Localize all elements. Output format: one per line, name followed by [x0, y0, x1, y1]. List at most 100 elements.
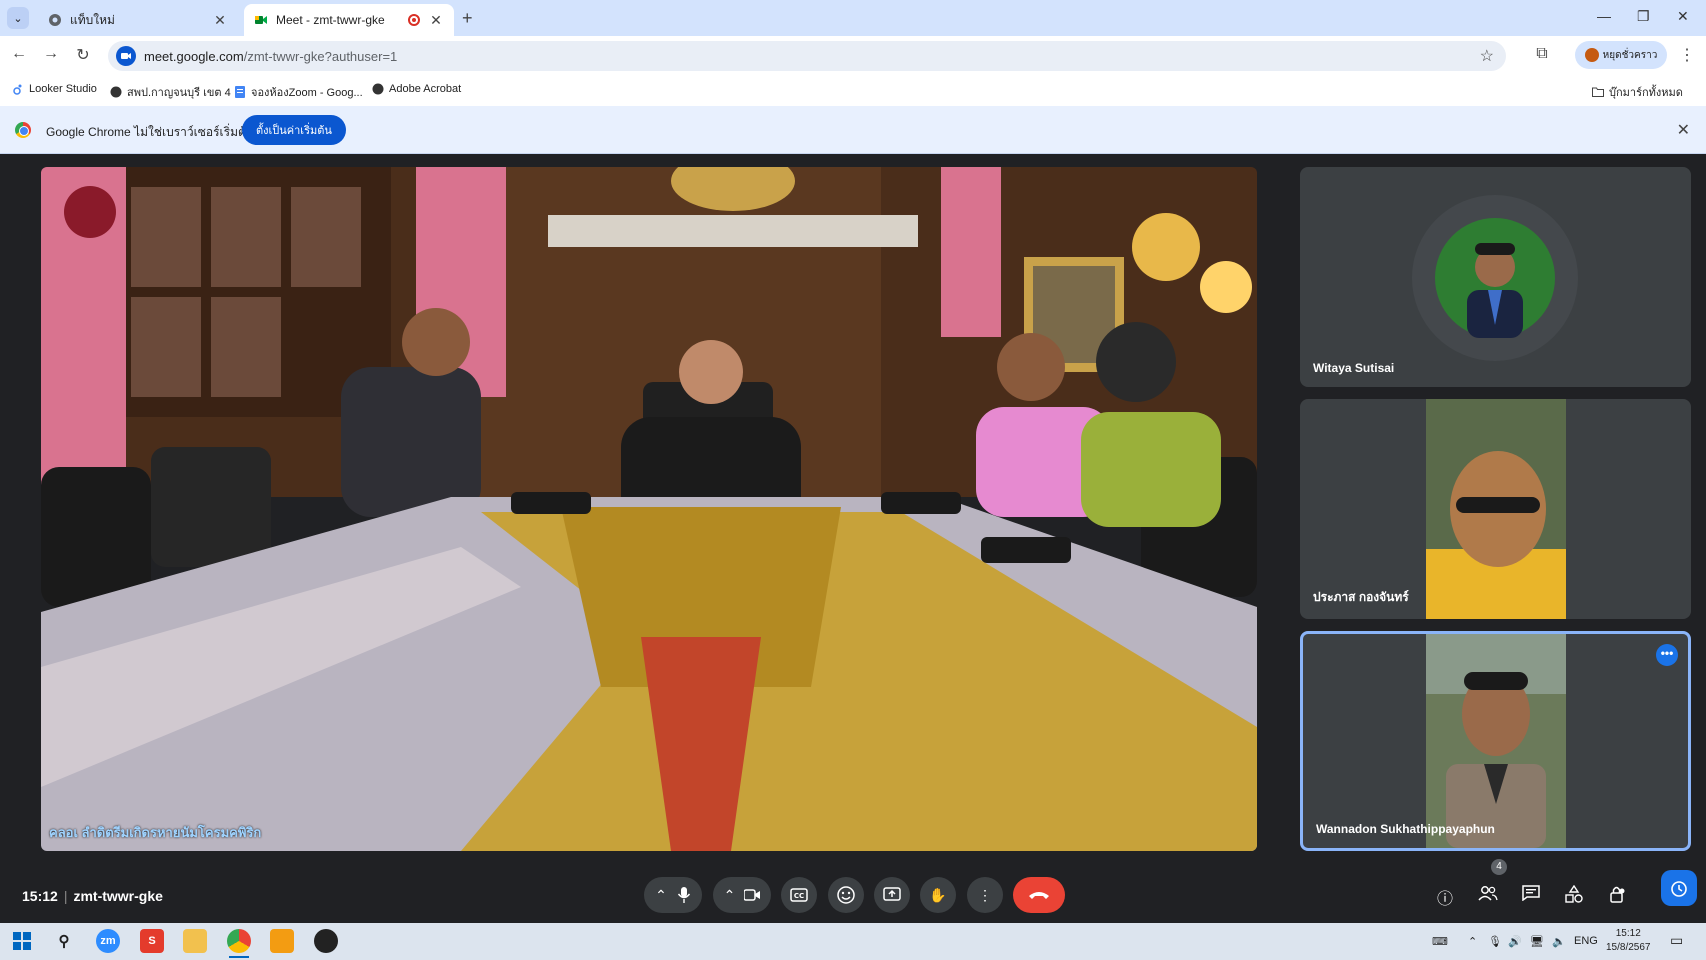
default-browser-infobar: Google Chrome ไม่ใช่เบราว์เซอร์เริ่มต้น …: [0, 106, 1706, 154]
reactions-button[interactable]: [828, 877, 864, 913]
tab-search-button[interactable]: ⌄: [7, 7, 29, 29]
more-options-button[interactable]: ⋮: [967, 877, 1003, 913]
meeting-info: 15:12 | zmt-twwr-gke: [22, 888, 163, 904]
tab-title: แท็บใหม่: [70, 12, 115, 27]
taskbar-clock[interactable]: 15:12 15/8/2567: [1606, 927, 1651, 955]
bookmark-item[interactable]: Looker Studio: [12, 83, 97, 95]
microphone-tray-icon[interactable]: 🎙: [1488, 935, 1502, 948]
set-default-button[interactable]: ตั้งเป็นค่าเริ่มต้น: [242, 115, 346, 145]
recording-icon: [408, 14, 420, 26]
file-explorer-icon[interactable]: [183, 929, 207, 953]
reload-icon[interactable]: ↻: [72, 45, 94, 65]
participant-name: Wannadon Sukhathippayaphun: [1316, 822, 1495, 836]
chevron-down-icon: ⌄: [13, 12, 23, 25]
raise-hand-button[interactable]: ✋: [920, 877, 956, 913]
tab-new-tab[interactable]: แท็บใหม่ ✕: [38, 4, 238, 36]
bookmark-item[interactable]: Adobe Acrobat: [372, 83, 461, 95]
tab-strip: ⌄ แท็บใหม่ ✕ Meet - zmt-twwr-gke ✕ + — ❐…: [0, 0, 1706, 36]
close-tab-icon[interactable]: ✕: [428, 12, 444, 28]
zoom-app-icon[interactable]: zm: [96, 929, 120, 953]
speaker-icon[interactable]: 🔈: [1552, 935, 1566, 948]
language-indicator[interactable]: ENG: [1574, 935, 1598, 947]
leave-call-button[interactable]: [1013, 877, 1065, 913]
present-screen-button[interactable]: [874, 877, 910, 913]
keyboard-icon[interactable]: ⌨: [1432, 935, 1448, 948]
chevron-up-icon[interactable]: ⌃: [1468, 935, 1477, 948]
emoji-icon: [837, 886, 855, 904]
globe-icon: [372, 83, 384, 95]
globe-icon: [110, 86, 122, 98]
browser-toolbar: ← → ↻ meet.google.com/zmt-twwr-gke?authu…: [0, 36, 1706, 76]
forms-icon: [235, 86, 245, 98]
bookmark-label: Looker Studio: [29, 83, 97, 95]
all-bookmarks[interactable]: บุ๊กมาร์กทั้งหมด: [1592, 83, 1683, 101]
microphone-button[interactable]: ⌃: [644, 877, 702, 913]
chat-icon[interactable]: [1520, 885, 1542, 906]
tab-meet[interactable]: Meet - zmt-twwr-gke ✕: [244, 4, 454, 36]
address-bar[interactable]: meet.google.com/zmt-twwr-gke?authuser=1 …: [108, 41, 1506, 71]
meet-logo-icon: [255, 16, 267, 24]
bookmark-item[interactable]: สพป.กาญจนบุรี เขต 4: [110, 83, 231, 101]
url-text: meet.google.com/zmt-twwr-gke?authuser=1: [144, 49, 397, 64]
app-orange-icon[interactable]: [270, 929, 294, 953]
participant-tile[interactable]: Witaya Sutisai: [1300, 167, 1691, 387]
clock-date: 15/8/2567: [1606, 942, 1651, 953]
bookmark-label: Adobe Acrobat: [389, 83, 462, 95]
bookmark-item[interactable]: จองห้องZoom - Goog...: [234, 83, 363, 101]
forward-icon[interactable]: →: [40, 45, 62, 63]
url-host: meet.google.com: [144, 48, 244, 64]
bookmark-star-icon[interactable]: ☆: [1480, 46, 1494, 66]
svg-text:CC: CC: [794, 892, 804, 900]
people-icon[interactable]: [1477, 885, 1499, 906]
participant-tile-active[interactable]: ••• Wannadon Sukhathippayaphun: [1300, 631, 1691, 851]
search-icon[interactable]: ⚲: [52, 929, 76, 953]
hang-up-icon: [1029, 892, 1049, 899]
closed-captions-icon: CC: [790, 888, 808, 902]
avatar: [1412, 195, 1578, 361]
minimize-icon[interactable]: —: [1597, 8, 1611, 24]
activities-icon[interactable]: [1563, 884, 1585, 908]
chrome-logo-icon: [15, 122, 31, 138]
profile-label: หยุดชั่วคราว: [1602, 49, 1658, 61]
chevron-up-icon[interactable]: ⌃: [724, 887, 736, 904]
new-tab-button[interactable]: +: [462, 8, 473, 29]
profile-button[interactable]: หยุดชั่วคราว: [1575, 41, 1667, 69]
app-s-icon[interactable]: S: [140, 929, 164, 953]
timer-button[interactable]: [1661, 870, 1697, 906]
chevron-up-icon[interactable]: ⌃: [655, 887, 667, 904]
conference-room-video: [41, 167, 1257, 851]
participant-count-badge: 4: [1491, 859, 1507, 875]
volume-icon[interactable]: 🔊: [1508, 935, 1522, 948]
folder-icon: [1592, 87, 1604, 97]
back-icon[interactable]: ←: [8, 45, 30, 63]
infobar-text: Google Chrome ไม่ใช่เบราว์เซอร์เริ่มต้น: [46, 125, 254, 139]
close-icon[interactable]: ✕: [1677, 120, 1690, 140]
bookmark-label: จองห้องZoom - Goog...: [251, 87, 363, 99]
meeting-code: zmt-twwr-gke: [73, 888, 163, 904]
close-tab-icon[interactable]: ✕: [212, 12, 228, 28]
chrome-app-icon[interactable]: [227, 929, 251, 958]
captions-button[interactable]: CC: [781, 877, 817, 913]
camera-button[interactable]: ⌃: [713, 877, 771, 913]
bookmarks-bar: Looker Studio สพป.กาญจนบุรี เขต 4 จองห้อ…: [0, 76, 1706, 106]
tab-title: Meet - zmt-twwr-gke: [276, 13, 385, 27]
app-red-dot-icon[interactable]: [314, 929, 338, 953]
extensions-icon[interactable]: ⧉: [1531, 45, 1553, 63]
participant-tile[interactable]: ประภาส กองจันทร์: [1300, 399, 1691, 619]
host-controls-icon[interactable]: [1606, 885, 1628, 908]
close-window-icon[interactable]: ✕: [1677, 8, 1689, 25]
more-options-icon[interactable]: •••: [1656, 644, 1678, 666]
site-info-icon[interactable]: [116, 46, 136, 66]
all-bookmarks-label: บุ๊กมาร์กทั้งหมด: [1609, 87, 1683, 99]
participant-video: [1426, 399, 1566, 619]
notification-icon[interactable]: ▭: [1670, 932, 1683, 949]
main-video-tile[interactable]: คลอเ ลำดิตรีมเกิดรหายนัมโครมคพิริก: [41, 167, 1257, 851]
meeting-details-icon[interactable]: ⓘ: [1434, 885, 1456, 909]
restore-icon[interactable]: ❐: [1637, 8, 1650, 25]
more-menu-icon[interactable]: ⋮: [1676, 45, 1698, 65]
video-camera-icon: [744, 889, 761, 901]
timer-icon: [1671, 881, 1687, 897]
bookmark-label: สพป.กาญจนบุรี เขต 4: [127, 87, 231, 99]
windows-start-icon[interactable]: [10, 929, 34, 953]
network-icon[interactable]: 🖥: [1530, 935, 1544, 948]
